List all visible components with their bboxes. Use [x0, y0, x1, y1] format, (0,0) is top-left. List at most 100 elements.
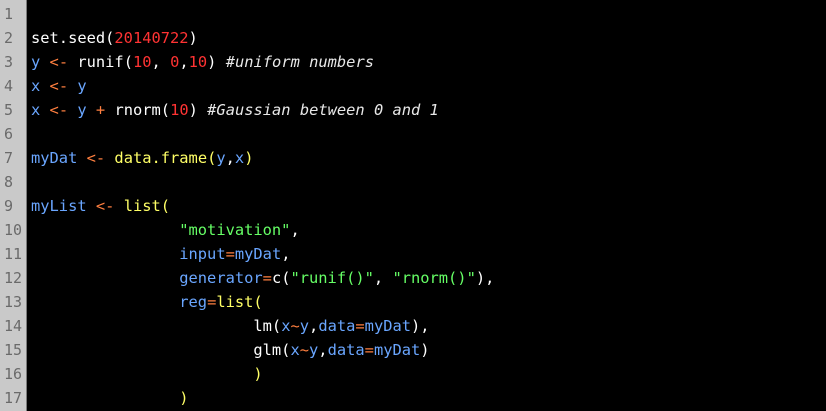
code-token: data.frame( [114, 149, 217, 167]
line-number: 15 [4, 341, 23, 359]
code-token: <- [40, 53, 78, 71]
code-token: = [364, 341, 374, 359]
code-token: c( [271, 269, 291, 287]
code-token: x [290, 341, 300, 359]
code-token: runif( [77, 53, 133, 71]
code-line[interactable]: glm(x~y,data=myDat) [31, 338, 826, 362]
code-token: <- [77, 149, 115, 167]
line-number-gutter: 1 2 3 4 5 6 7 8 9 10 11 12 13 14 15 16 17 [0, 0, 27, 411]
code-token: + [86, 101, 115, 119]
code-token: rnorm( [114, 101, 171, 119]
code-token: lm( [31, 317, 282, 335]
code-token: , [290, 221, 300, 239]
line-number: 10 [4, 221, 23, 239]
code-token: y [216, 149, 226, 167]
code-token: glm( [31, 341, 291, 359]
code-line[interactable]: lm(x~y,data=myDat), [31, 314, 826, 338]
code-token: , [309, 317, 319, 335]
code-token: "rnorm()" [392, 269, 476, 287]
line-number: 3 [4, 53, 14, 71]
code-token: y [309, 341, 319, 359]
code-token: list( [123, 197, 171, 215]
code-line[interactable] [31, 170, 826, 194]
line-number: 1 [4, 5, 14, 23]
code-token: data [318, 317, 356, 335]
code-token: "runif()" [290, 269, 374, 287]
code-token: <- [86, 197, 124, 215]
code-token: y [31, 53, 41, 71]
code-line[interactable] [31, 2, 826, 26]
code-token: ), [475, 269, 495, 287]
code-token: ) [188, 101, 208, 119]
code-token: ) [244, 149, 254, 167]
code-token: input [31, 245, 226, 263]
code-token: = [355, 317, 365, 335]
code-token: myDat [31, 149, 78, 167]
line-number: 14 [4, 317, 23, 335]
code-token: = [207, 293, 217, 311]
code-line[interactable]: y <- runif(10, 0,10) #uniform numbers [31, 50, 826, 74]
code-token: ~ [299, 341, 310, 359]
code-area[interactable]: set.seed(20140722) y <- runif(10, 0,10) #… [27, 0, 826, 411]
code-token: myDat [364, 317, 412, 335]
code-token: = [262, 269, 272, 287]
code-token: myDat [373, 341, 421, 359]
line-number: 2 [4, 29, 14, 47]
code-line[interactable]: x <- y + rnorm(10) #Gaussian between 0 a… [31, 98, 826, 122]
line-number: 12 [4, 269, 23, 287]
code-token: data [327, 341, 365, 359]
line-number: 9 [4, 197, 14, 215]
code-token: 10 [188, 53, 208, 71]
code-token: ) [207, 53, 226, 71]
code-token: , [179, 53, 189, 71]
code-editor[interactable]: 1 2 3 4 5 6 7 8 9 10 11 12 13 14 15 16 17 set.seed(20140… [0, 0, 826, 411]
line-number: 13 [4, 293, 23, 311]
code-token: y [299, 317, 310, 335]
line-number: 4 [4, 77, 14, 95]
code-token: 20140722 [114, 29, 189, 47]
code-line[interactable]: input=myDat, [31, 242, 826, 266]
code-line[interactable]: ) [31, 362, 826, 386]
code-token: "motivation" [31, 221, 291, 239]
code-line[interactable]: generator=c("runif()", "rnorm()"), [31, 266, 826, 290]
code-token: generator [31, 269, 263, 287]
code-token: 0 [170, 53, 180, 71]
code-token: x [31, 77, 41, 95]
line-number: 17 [4, 389, 23, 407]
code-token: list( [216, 293, 263, 311]
code-token: ) [420, 341, 430, 359]
code-line[interactable]: set.seed(20140722) [31, 26, 826, 50]
code-token: myList [31, 197, 87, 215]
code-line[interactable]: "motivation", [31, 218, 826, 242]
code-line[interactable] [31, 122, 826, 146]
code-token: ), [411, 317, 430, 335]
code-line[interactable]: myDat <- data.frame(y,x) [31, 146, 826, 170]
code-token: ) [31, 389, 189, 407]
code-token: , [318, 341, 328, 359]
code-line[interactable]: myList <- list( [31, 194, 826, 218]
code-token: , [373, 269, 393, 287]
code-token: ~ [290, 317, 300, 335]
line-number: 11 [4, 245, 23, 263]
code-line[interactable]: x <- y [31, 74, 826, 98]
code-token: ) [188, 29, 198, 47]
code-token: 10 [132, 53, 152, 71]
code-token: <- [40, 101, 78, 119]
line-number: 8 [4, 173, 14, 191]
line-number: 16 [4, 365, 23, 383]
code-token: reg [31, 293, 208, 311]
line-number: 6 [4, 125, 14, 143]
code-token: #uniform numbers [225, 53, 374, 71]
code-line[interactable]: reg=list( [31, 290, 826, 314]
code-token: set.seed( [31, 29, 115, 47]
code-token: = [225, 245, 235, 263]
code-token: ) [31, 365, 263, 383]
code-token: myDat [234, 245, 282, 263]
line-number: 5 [4, 101, 14, 119]
code-token: , [225, 149, 235, 167]
code-token: <- [40, 77, 78, 95]
code-line[interactable]: ) [31, 386, 826, 410]
code-token: y [77, 101, 87, 119]
code-token: y [77, 77, 87, 95]
code-token: 10 [170, 101, 189, 119]
